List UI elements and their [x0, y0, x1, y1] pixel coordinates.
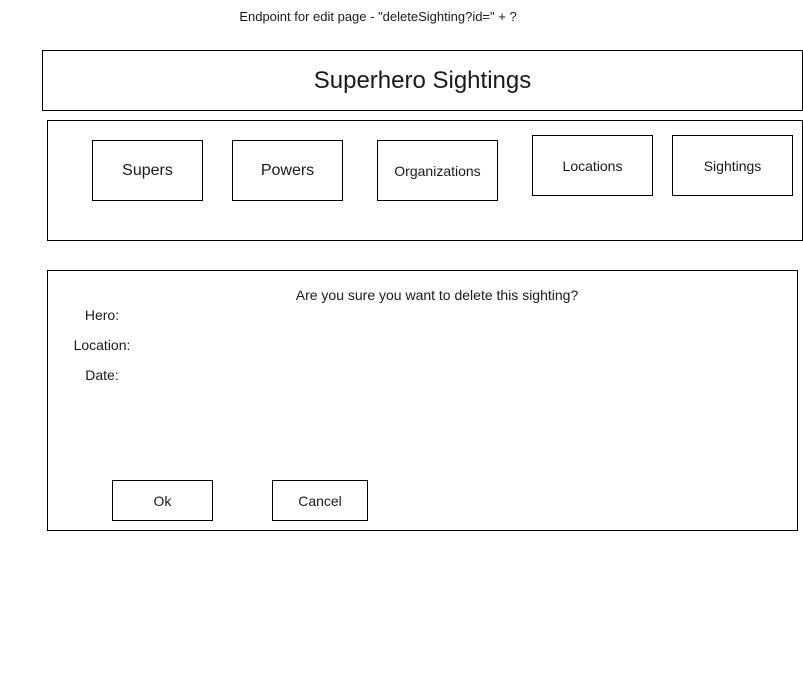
- cancel-button[interactable]: Cancel: [272, 480, 368, 521]
- ok-button[interactable]: Ok: [112, 480, 213, 521]
- page-title: Superhero Sightings: [313, 66, 532, 94]
- nav-powers-button[interactable]: Powers: [232, 140, 343, 201]
- hero-label: Hero:: [84, 307, 120, 323]
- page-header: Superhero Sightings: [42, 50, 803, 111]
- nav-sightings-button[interactable]: Sightings: [672, 135, 793, 196]
- nav-locations-button[interactable]: Locations: [532, 135, 653, 196]
- date-label: Date:: [85, 367, 119, 383]
- location-label: Location:: [73, 337, 131, 353]
- endpoint-note: Endpoint for edit page - "deleteSighting…: [239, 8, 517, 24]
- confirm-message: Are you sure you want to delete this sig…: [295, 287, 579, 303]
- nav-supers-button[interactable]: Supers: [92, 140, 203, 201]
- nav-organizations-button[interactable]: Organizations: [377, 140, 498, 201]
